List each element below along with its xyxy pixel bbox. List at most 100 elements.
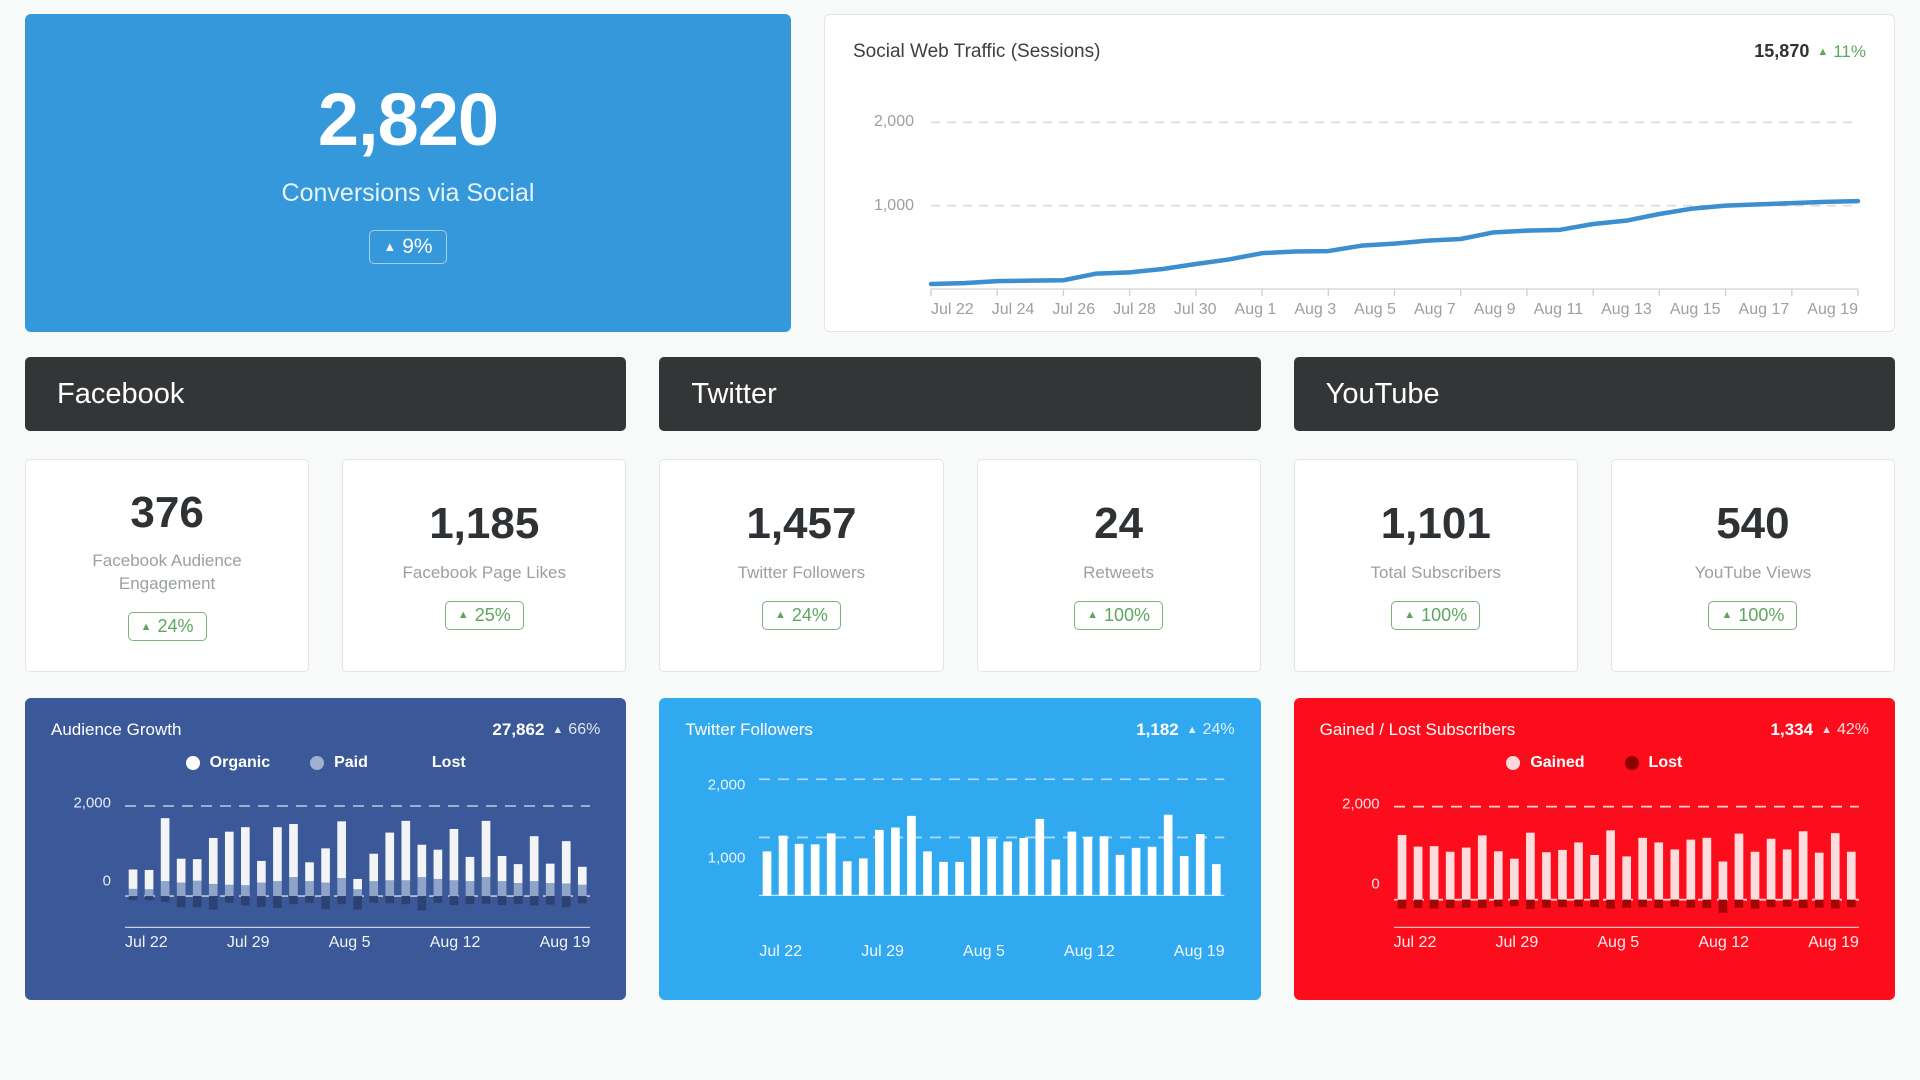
triangle-up-icon: ▲ — [1721, 609, 1733, 622]
chart-card-header: Audience Growth 27,862 ▲ 66% — [51, 720, 600, 740]
traffic-x-tick: Aug 15 — [1669, 301, 1721, 318]
metric-tiles: 1,457 Twitter Followers ▲ 24% 24 Retweet… — [659, 459, 1261, 672]
conversions-hero-card[interactable]: 2,820 Conversions via Social ▲ 9% — [25, 14, 791, 332]
hero-change-badge: ▲ 9% — [369, 229, 447, 264]
chart-card-gained_lost_subscribers[interactable]: Gained / Lost Subscribers 1,334 ▲ 42% Ga… — [1293, 698, 1895, 1000]
metric-value: 1,457 — [746, 499, 857, 549]
metric-tiles: 376 Facebook Audience Engagement ▲ 24% 1… — [25, 459, 627, 672]
metric-tile[interactable]: 1,457 Twitter Followers ▲ 24% — [659, 459, 944, 672]
chart-change: ▲ 24% — [1187, 721, 1235, 739]
traffic-card-summary: 15,870 ▲ 11% — [1754, 41, 1866, 62]
chart-plot-area: 0 2,000 — [1342, 788, 1859, 908]
chart-plot-area: 0 2,000 — [73, 788, 590, 908]
metric-change-value: 100% — [1738, 604, 1785, 625]
chart-title: Twitter Followers — [685, 720, 813, 739]
metric-change-value: 100% — [1104, 604, 1151, 625]
triangle-up-icon: ▲ — [140, 620, 152, 633]
metric-tile[interactable]: 540 YouTube Views ▲ 100% — [1610, 459, 1895, 672]
chart-x-tick: Aug 12 — [1698, 934, 1750, 951]
chart-x-tick: Jul 29 — [226, 934, 270, 951]
metric-value: 1,185 — [429, 499, 540, 549]
section-header-youtube[interactable]: YouTube — [1293, 357, 1895, 431]
chart-card-header: Twitter Followers 1,182 ▲ 24% — [685, 720, 1234, 740]
section-title: YouTube — [1325, 377, 1440, 410]
section-title: Facebook — [57, 377, 185, 410]
metric-tile[interactable]: 376 Facebook Audience Engagement ▲ 24% — [25, 459, 310, 672]
chart-change-value: 66% — [568, 721, 601, 738]
triangle-up-icon: ▲ — [457, 609, 469, 622]
metric-tiles: 1,101 Total Subscribers ▲ 100% 540 YouTu… — [1293, 459, 1895, 672]
chart-total-value: 1,334 — [1770, 720, 1814, 739]
traffic-x-tick: Jul 22 — [931, 301, 974, 318]
chart-x-tick: Jul 29 — [1495, 934, 1539, 951]
hero-label: Conversions via Social — [281, 178, 535, 207]
chart-card-twitter_followers[interactable]: Twitter Followers 1,182 ▲ 24% 1,000 2,000… — [659, 698, 1261, 1000]
social-web-traffic-card[interactable]: Social Web Traffic (Sessions) 15,870 ▲ 1… — [824, 14, 1895, 332]
triangle-up-icon: ▲ — [383, 239, 397, 254]
traffic-total-value: 15,870 — [1754, 41, 1810, 61]
triangle-up-icon: ▲ — [774, 609, 786, 622]
social-media-dashboard: 2,820 Conversions via Social ▲ 9% Social… — [0, 0, 1920, 1080]
traffic-x-axis-labels: Jul 22 Jul 24 Jul 26 Jul 28 Jul 30 Aug 1 Aug 3… — [931, 289, 1858, 319]
legend-item: Gained — [1506, 754, 1585, 772]
legend-item: Organic — [185, 754, 271, 772]
triangle-up-icon: ▲ — [1817, 45, 1829, 58]
hero-value: 2,820 — [317, 77, 499, 161]
metric-tile[interactable]: 1,101 Total Subscribers ▲ 100% — [1293, 459, 1578, 672]
metric-label: Retweets — [1083, 562, 1155, 582]
triangle-up-icon: ▲ — [1087, 609, 1098, 622]
traffic-x-tick: Aug 3 — [1294, 301, 1337, 318]
chart-svg — [759, 756, 1237, 896]
traffic-card-header: Social Web Traffic (Sessions) 15,870 ▲ 1… — [853, 41, 1866, 63]
metric-value: 540 — [1716, 499, 1790, 549]
chart-x-tick: Aug 19 — [1173, 943, 1225, 960]
metric-change-badge: ▲ 100% — [1074, 600, 1164, 630]
traffic-line-plot: 1,000 2,000 Jul 22 Jul 24 Jul 26 Jul 28 Jul 3… — [853, 89, 1866, 318]
section-header-facebook[interactable]: Facebook — [25, 357, 627, 431]
chart-x-tick: Jul 22 — [125, 934, 168, 951]
metric-change-value: 100% — [1421, 604, 1468, 625]
metric-change-badge: ▲ 25% — [444, 600, 524, 630]
metric-change-value: 24% — [791, 604, 828, 625]
traffic-x-tick: Aug 11 — [1533, 301, 1584, 318]
chart-change-value: 42% — [1836, 721, 1869, 738]
traffic-x-tick: Jul 30 — [1173, 301, 1217, 318]
chart-y-tick: 1,000 — [707, 849, 746, 867]
chart-x-tick: Jul 29 — [861, 943, 904, 960]
legend-item: Paid — [310, 754, 368, 772]
hero-change-value: 9% — [402, 234, 433, 258]
chart-y-tick: 2,000 — [707, 776, 746, 794]
traffic-x-tick: Aug 17 — [1738, 301, 1790, 318]
chart-summary: 1,334 ▲ 42% — [1771, 720, 1869, 740]
metric-change-value: 25% — [474, 604, 511, 625]
platform-sections-row: Facebook 376 Facebook Audience Engagemen… — [25, 357, 1895, 672]
chart-x-tick: Aug 5 — [328, 934, 371, 951]
metric-change-badge: ▲ 100% — [1708, 600, 1798, 630]
chart-y-tick: 2,000 — [1342, 795, 1380, 813]
chart-x-axis-labels: Jul 22 Jul 29 Aug 5 Aug 12 Aug 19 — [759, 931, 1224, 961]
chart-card-audience_growth[interactable]: Audience Growth 27,862 ▲ 66% Organic Pai… — [25, 698, 627, 1000]
legend-label: Organic — [209, 754, 271, 771]
chart-change-value: 24% — [1202, 721, 1235, 738]
chart-x-tick: Jul 22 — [1393, 934, 1437, 951]
metric-tile[interactable]: 24 Retweets ▲ 100% — [976, 459, 1261, 672]
metric-value: 24 — [1094, 499, 1144, 549]
metric-change-badge: ▲ 100% — [1391, 600, 1481, 630]
platform-section-facebook: Facebook 376 Facebook Audience Engagemen… — [25, 357, 627, 672]
metric-label: Facebook Page Likes — [402, 562, 567, 582]
legend-swatch-icon — [310, 756, 325, 770]
metric-tile[interactable]: 1,185 Facebook Page Likes ▲ 25% — [342, 459, 627, 672]
traffic-x-tick: Aug 19 — [1807, 301, 1858, 318]
chart-legend: Gained Lost — [1320, 754, 1869, 772]
traffic-x-tick: Jul 24 — [991, 301, 1035, 318]
metric-label: Facebook Audience Engagement — [92, 551, 242, 594]
triangle-up-icon: ▲ — [552, 724, 564, 736]
platform-section-youtube: YouTube 1,101 Total Subscribers ▲ 100% 5… — [1293, 357, 1895, 672]
bottom-charts-row: Audience Growth 27,862 ▲ 66% Organic Pai… — [25, 698, 1895, 1000]
chart-plot-area: 1,000 2,000 — [708, 756, 1237, 931]
chart-title: Gained / Lost Subscribers — [1319, 720, 1516, 739]
chart-x-tick: Aug 12 — [429, 934, 481, 951]
legend-swatch-icon — [185, 756, 200, 770]
section-header-twitter[interactable]: Twitter — [659, 357, 1261, 431]
legend-label: Lost — [1648, 754, 1683, 771]
